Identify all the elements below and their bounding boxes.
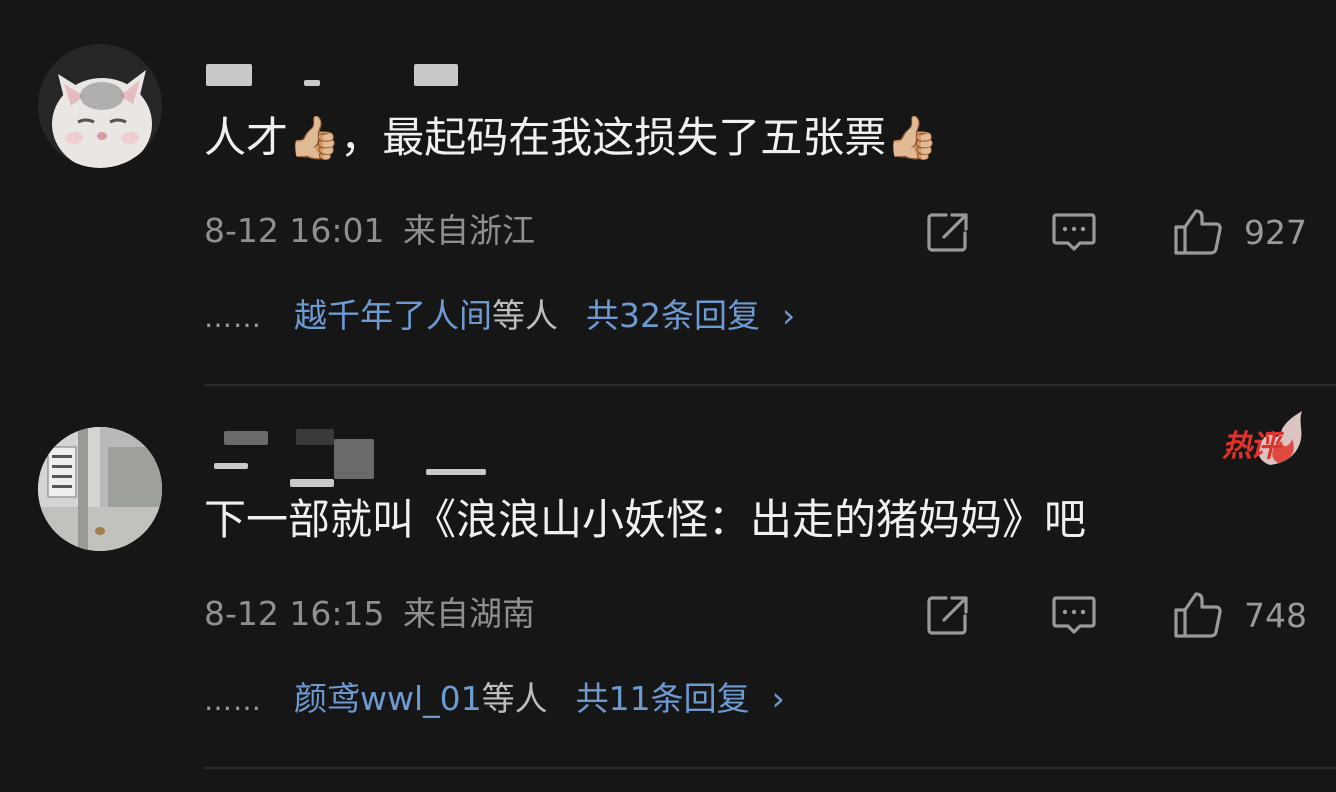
share-button[interactable] — [924, 206, 974, 258]
avatar[interactable] — [38, 427, 162, 551]
cat-avatar-image — [38, 44, 162, 168]
comment-item: 人才👍🏼，最起码在我这损失了五张票👍🏼 8-12 16:01 来自浙江 927 … — [0, 0, 1336, 386]
chevron-right-icon: › — [771, 679, 785, 718]
username-redacted — [290, 479, 334, 487]
like-icon — [1174, 209, 1222, 255]
divider — [204, 384, 1336, 386]
hot-comment-badge: 热评 — [1222, 409, 1304, 467]
like-count: 927 — [1244, 212, 1307, 252]
comment-time: 8-12 16:01 — [204, 211, 385, 250]
username-redacted — [304, 80, 320, 86]
replies-ellipsis: …… — [204, 684, 262, 717]
street-photo-avatar-image — [38, 427, 162, 551]
like-count: 748 — [1244, 595, 1307, 635]
share-button[interactable] — [924, 589, 974, 641]
username-redacted[interactable] — [206, 64, 252, 86]
comment-item: 热评 下一部就叫《浪浪山小妖怪：出走的猪妈妈》吧 8-12 16:15 来自湖南… — [0, 387, 1336, 769]
chevron-right-icon: › — [782, 296, 796, 335]
like-icon — [1174, 592, 1222, 638]
comment-time: 8-12 16:15 — [204, 594, 385, 633]
comment-text: 下一部就叫《浪浪山小妖怪：出走的猪妈妈》吧 — [204, 495, 1087, 544]
reply-icon — [1052, 213, 1096, 251]
username-redacted — [414, 64, 458, 86]
replies-users[interactable]: 颜鸢wwl_01 — [294, 679, 482, 718]
like-button[interactable]: 927 — [1172, 206, 1307, 258]
replies-users-suffix: 等人 — [481, 679, 548, 718]
comment-location: 来自浙江 — [403, 211, 535, 250]
username-redacted — [334, 439, 374, 479]
reply-icon — [1052, 596, 1096, 634]
replies-count-link[interactable]: 共32条回复 — [586, 296, 760, 335]
reply-button[interactable] — [1050, 589, 1098, 641]
username-redacted — [426, 469, 486, 475]
replies-users-suffix: 等人 — [492, 296, 558, 335]
replies-ellipsis: …… — [204, 301, 262, 334]
comment-location: 来自湖南 — [403, 594, 535, 633]
replies-preview[interactable]: …… 越千年了人间等人 共32条回复 › — [204, 296, 795, 338]
hot-comment-label: 热评 — [1222, 429, 1280, 464]
divider — [204, 767, 1336, 769]
username-redacted — [296, 429, 334, 445]
share-icon — [927, 596, 968, 635]
comment-text: 人才👍🏼，最起码在我这损失了五张票👍🏼 — [204, 113, 939, 162]
comment-meta: 8-12 16:15 来自湖南 — [204, 594, 535, 634]
comment-meta: 8-12 16:01 来自浙江 — [204, 211, 535, 251]
replies-preview[interactable]: …… 颜鸢wwl_01等人 共11条回复 › — [204, 679, 785, 721]
like-button[interactable]: 748 — [1172, 589, 1307, 641]
share-icon — [927, 213, 968, 252]
replies-users[interactable]: 越千年了人间 — [294, 296, 492, 335]
reply-button[interactable] — [1050, 206, 1098, 258]
username-redacted[interactable] — [224, 431, 268, 445]
replies-count-link[interactable]: 共11条回复 — [576, 679, 750, 718]
avatar[interactable] — [38, 44, 162, 168]
username-redacted — [214, 463, 248, 469]
